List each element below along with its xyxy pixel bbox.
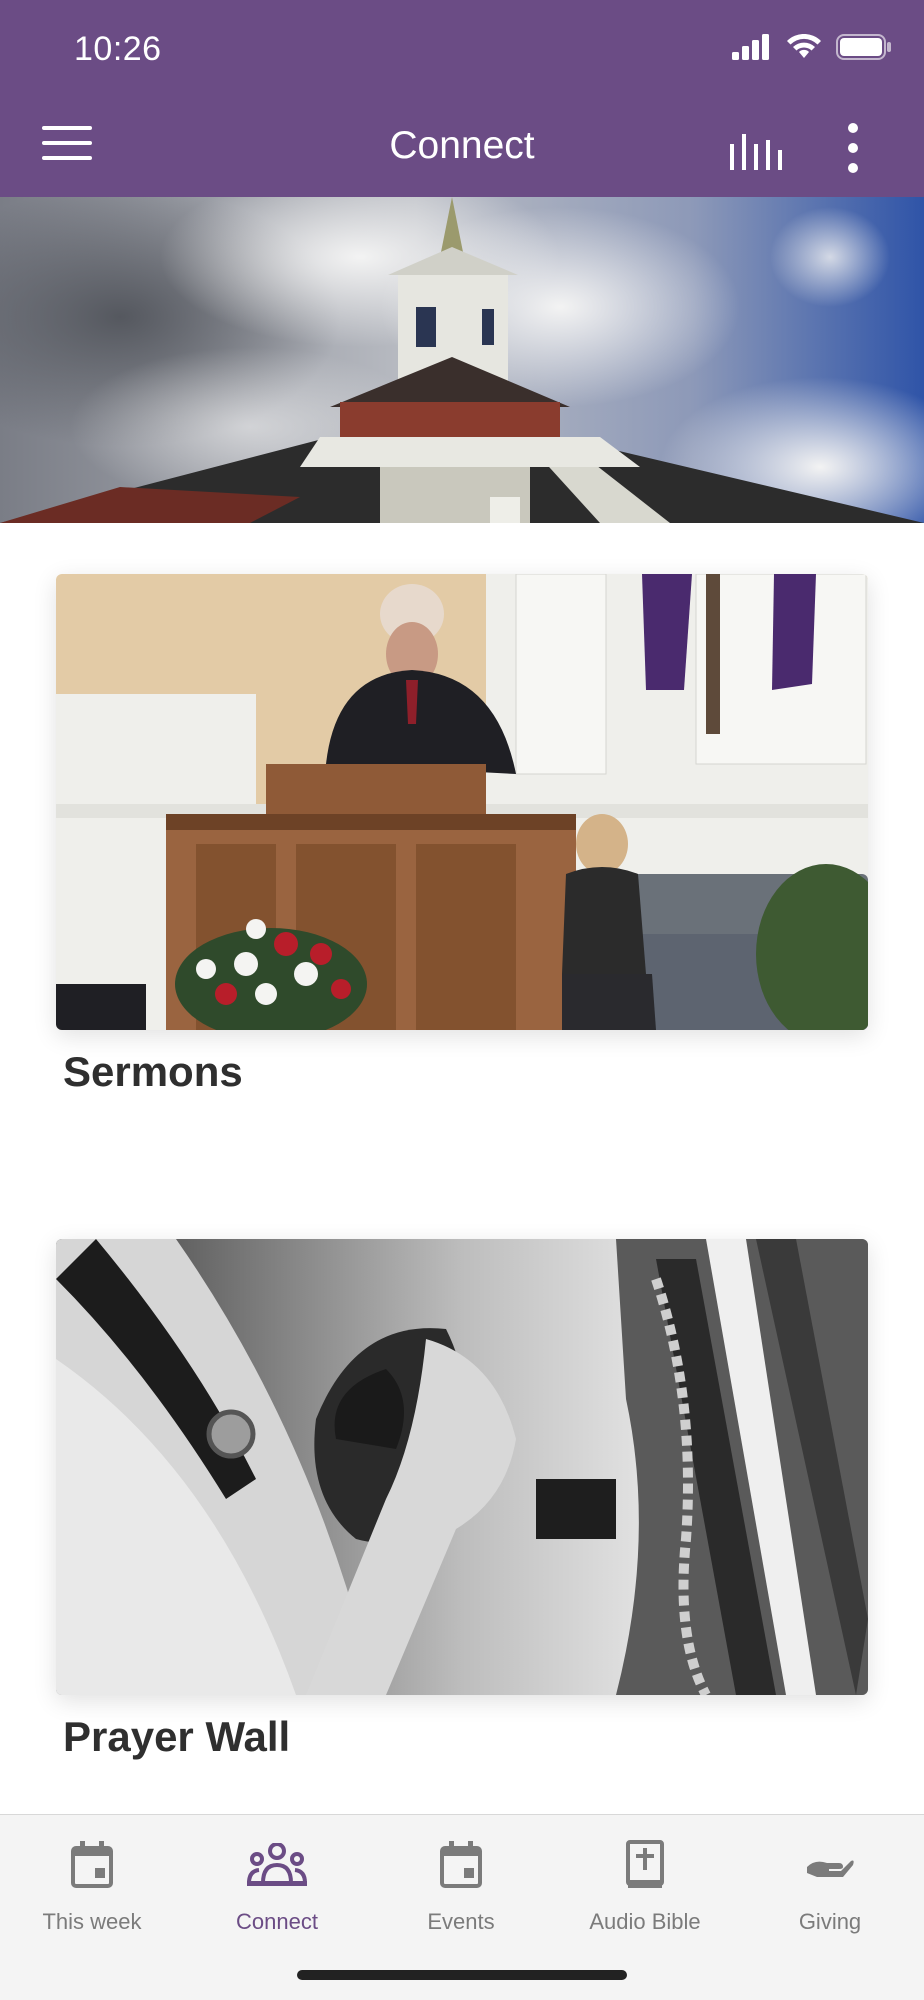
status-icons: [732, 34, 892, 60]
sermons-card[interactable]: Sermons: [56, 574, 868, 1096]
tab-this-week[interactable]: This week: [0, 1833, 184, 1935]
battery-icon: [836, 34, 891, 60]
tab-events[interactable]: Events: [369, 1833, 553, 1935]
calendar-icon: [71, 1841, 113, 1888]
audio-stats-icon[interactable]: [728, 130, 782, 170]
status-time: 10:26: [74, 30, 162, 68]
hero-image: [0, 197, 924, 523]
bible-icon: [626, 1840, 664, 1888]
tab-label: This week: [42, 1909, 142, 1934]
tab-label: Connect: [236, 1909, 318, 1934]
people-icon: [247, 1843, 307, 1886]
giving-hand-icon: [807, 1860, 854, 1877]
tab-connect[interactable]: Connect: [185, 1833, 369, 1935]
tab-audio-bible[interactable]: Audio Bible: [553, 1833, 737, 1935]
tab-label: Events: [427, 1909, 495, 1934]
home-indicator: [297, 1970, 627, 1980]
app-header: 10:26 Connect: [0, 0, 924, 197]
tab-giving[interactable]: Giving: [738, 1833, 922, 1935]
more-options-icon[interactable]: [840, 122, 866, 174]
prayer-wall-image: [56, 1239, 868, 1695]
tab-label: Audio Bible: [589, 1909, 701, 1934]
cellular-signal-icon: [732, 34, 769, 60]
page-title: Connect: [389, 124, 535, 167]
card-title: Prayer Wall: [63, 1713, 291, 1760]
sermons-image: [56, 574, 868, 1030]
wifi-icon: [787, 34, 821, 58]
prayer-wall-card[interactable]: Prayer Wall: [56, 1239, 868, 1761]
calendar-icon: [440, 1841, 482, 1888]
tab-label: Giving: [798, 1909, 862, 1934]
card-title: Sermons: [63, 1048, 243, 1095]
